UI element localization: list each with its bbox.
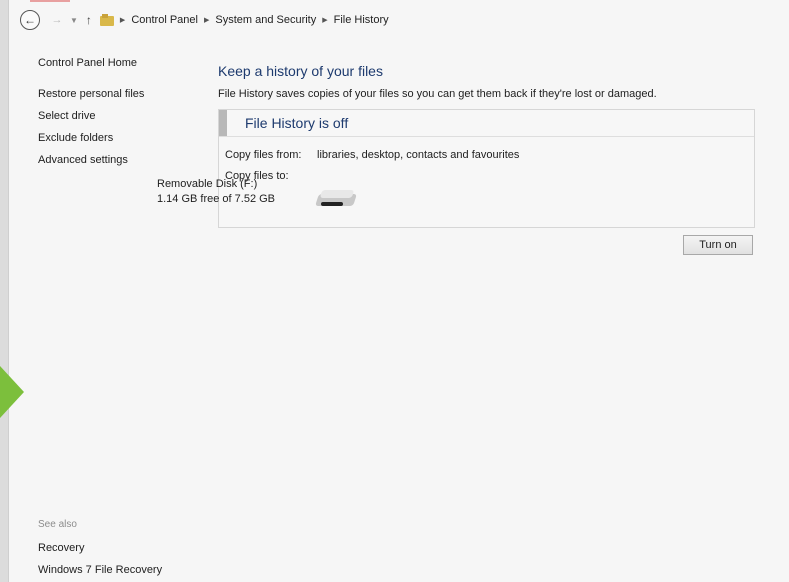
- breadcrumb-file-history[interactable]: File History: [334, 14, 389, 26]
- breadcrumb-separator-icon[interactable]: ▶: [204, 16, 209, 24]
- sidebar-item-restore-personal-files[interactable]: Restore personal files: [38, 87, 188, 101]
- breadcrumb-separator-icon[interactable]: ▶: [120, 16, 125, 24]
- status-panel: File History is off Copy files from: libr…: [218, 109, 755, 228]
- status-text: File History is off: [245, 115, 349, 131]
- turn-on-button[interactable]: Turn on: [683, 235, 753, 255]
- copy-from-value: libraries, desktop, contacts and favouri…: [317, 149, 520, 161]
- recent-locations-chevron-icon[interactable]: ▼: [70, 16, 78, 25]
- left-edge-strip: [0, 0, 24, 582]
- copy-from-row: Copy files from: libraries, desktop, cont…: [225, 149, 519, 161]
- green-arrow-marker: [0, 366, 24, 418]
- sidebar-item-advanced-settings[interactable]: Advanced settings: [38, 153, 188, 167]
- status-flag: [219, 110, 227, 136]
- page-description: File History saves copies of your files …: [218, 88, 657, 100]
- up-arrow-icon[interactable]: ↑: [86, 13, 92, 27]
- drive-free-space: 1.14 GB free of 7.52 GB: [157, 193, 276, 205]
- file-history-window: ← → ▼ ↑ ▶ Control Panel ▶ System and Sec…: [0, 0, 789, 582]
- status-header: File History is off: [219, 110, 754, 137]
- sidebar: Control Panel Home Restore personal file…: [38, 56, 188, 175]
- sidebar-item-control-panel-home[interactable]: Control Panel Home: [38, 56, 188, 70]
- see-also-link-recovery[interactable]: Recovery: [38, 541, 162, 555]
- copy-from-label: Copy files from:: [225, 149, 302, 161]
- forward-arrow-icon[interactable]: →: [50, 13, 64, 27]
- main-content: Keep a history of your files File Histor…: [218, 62, 758, 100]
- breadcrumb-system-and-security[interactable]: System and Security: [215, 14, 316, 26]
- control-panel-folder-icon: [99, 14, 114, 26]
- see-also-links: Recovery Windows 7 File Recovery: [38, 541, 162, 582]
- breadcrumb-control-panel[interactable]: Control Panel: [131, 14, 198, 26]
- address-bar: ← → ▼ ↑ ▶ Control Panel ▶ System and Sec…: [8, 0, 789, 40]
- page-title: Keep a history of your files: [218, 63, 383, 79]
- sidebar-item-exclude-folders[interactable]: Exclude folders: [38, 131, 188, 145]
- back-arrow-icon[interactable]: ←: [20, 10, 40, 30]
- removable-drive-icon: [315, 188, 357, 210]
- see-also-heading: See also: [38, 519, 77, 530]
- sidebar-item-select-drive[interactable]: Select drive: [38, 109, 188, 123]
- see-also-link-windows7-file-recovery[interactable]: Windows 7 File Recovery: [38, 563, 162, 577]
- drive-name: Removable Disk (F:): [157, 178, 258, 190]
- breadcrumb-separator-icon[interactable]: ▶: [322, 16, 327, 24]
